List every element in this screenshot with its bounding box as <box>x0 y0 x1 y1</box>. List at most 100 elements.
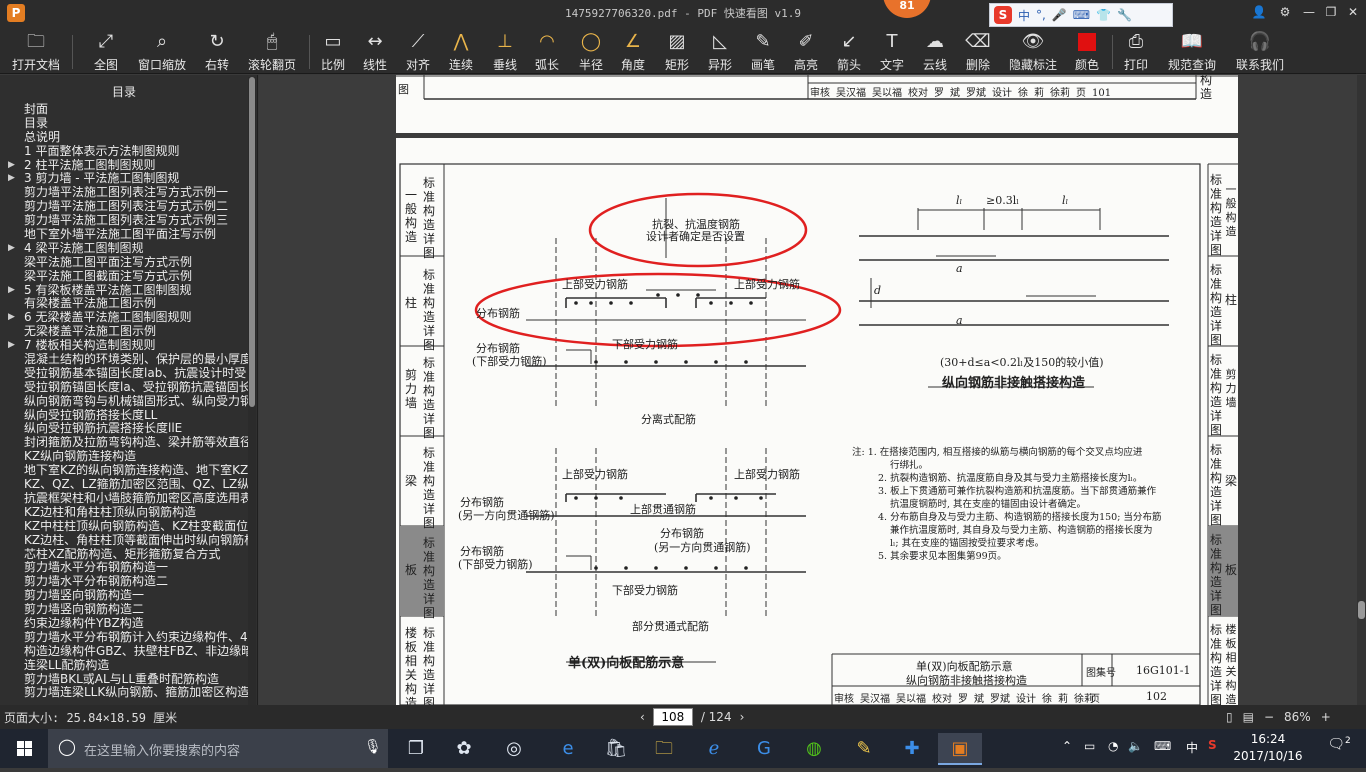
ime-language[interactable]: 中 <box>1018 7 1030 24</box>
text-button[interactable]: T 文字 <box>877 30 907 72</box>
wheel-page-button[interactable]: 🖱 滚轮翻页 <box>244 30 300 72</box>
microphone-icon[interactable]: 🎙 <box>364 739 382 755</box>
angle-button[interactable]: ∠ 角度 <box>618 30 648 72</box>
document-scrollbar[interactable] <box>1357 75 1366 705</box>
gear-icon[interactable]: ⚙ <box>1276 5 1294 21</box>
skin-icon[interactable]: 👕 <box>1096 8 1111 22</box>
prev-page-icon[interactable]: ‹ <box>640 710 645 724</box>
toc-item[interactable]: 纵向钢筋弯钩与机械锚固形式、纵向受力钢 <box>0 395 248 409</box>
align-measure-button[interactable]: ⟋ 对齐 <box>403 30 433 72</box>
task-view-icon[interactable]: ❐ <box>394 733 438 765</box>
file-explorer-icon[interactable]: 🗀 <box>642 733 686 765</box>
toc-item[interactable]: 剪力墙竖向钢筋构造二 <box>0 603 248 617</box>
toc-item[interactable]: 剪力墙平法施工图列表注写方式示例一 <box>0 186 248 200</box>
single-page-icon[interactable]: ▯ <box>1226 710 1233 724</box>
continuous-page-icon[interactable]: ▤ <box>1243 710 1254 724</box>
zoom-out-button[interactable]: − <box>1264 710 1274 724</box>
toc-item[interactable]: 受拉钢筋锚固长度la、受拉钢筋抗震锚固长 <box>0 381 248 395</box>
toc-item[interactable]: 芯柱XZ配筋构造、矩形箍筋复合方式 <box>0 548 248 562</box>
print-button[interactable]: ⎙ 打印 <box>1121 30 1151 72</box>
sidebar-scroll-thumb[interactable] <box>249 77 255 407</box>
360-browser-icon[interactable]: ◍ <box>792 733 836 765</box>
toc-item[interactable]: 连梁LL配筋构造 <box>0 659 248 673</box>
punctuation-icon[interactable]: °, <box>1036 8 1046 22</box>
toc-item[interactable]: 混凝土结构的环境类别、保护层的最小厚度 <box>0 353 248 367</box>
fit-page-button[interactable]: ⤢ 全图 <box>88 30 124 72</box>
keyboard-icon[interactable]: ⌨ <box>1073 8 1090 22</box>
toc-item[interactable]: KZ中柱柱顶纵向钢筋构造、KZ柱变截面位置 <box>0 520 248 534</box>
toc-item[interactable]: 剪力墙BKL或AL与LL重叠时配筋构造 <box>0 673 248 687</box>
pen-button[interactable]: ✎ 画笔 <box>748 30 778 72</box>
maximize-icon[interactable]: ❐ <box>1322 5 1340 21</box>
edge-icon[interactable]: e <box>546 733 590 765</box>
contact-us-button[interactable]: 🎧 联系我们 <box>1232 30 1288 72</box>
close-icon[interactable]: ✕ <box>1344 5 1362 21</box>
open-document-button[interactable]: 🗀 打开文档 <box>8 30 64 72</box>
toc-item[interactable]: 纵向受拉钢筋抗震搭接长度llE <box>0 422 248 436</box>
toc-item[interactable]: 剪力墙水平分布钢筋构造一 <box>0 561 248 575</box>
toc-item[interactable]: 剪力墙水平分布钢筋计入约束边缘构件、4 <box>0 631 248 645</box>
toc-item[interactable]: 受拉钢筋基本锚固长度lab、抗震设计时受 <box>0 367 248 381</box>
toc-item[interactable]: KZ纵向钢筋连接构造 <box>0 450 248 464</box>
browser-swirl-icon[interactable]: ◎ <box>492 733 536 765</box>
internet-explorer-icon[interactable]: ℯ <box>692 733 736 765</box>
toc-item[interactable]: 地下室KZ的纵向钢筋连接构造、地下室KZ的 <box>0 464 248 478</box>
toc-item[interactable]: KZ边柱和角柱柱顶纵向钢筋构造 <box>0 506 248 520</box>
expand-arrow-icon[interactable]: ▶ <box>8 159 15 173</box>
color-button[interactable]: 颜色 <box>1072 30 1102 72</box>
store-icon[interactable]: 🛍 <box>594 733 638 765</box>
radius-button[interactable]: ◯ 半径 <box>576 30 606 72</box>
toc-item[interactable]: 纵向受拉钢筋搭接长度LL <box>0 409 248 423</box>
next-page-icon[interactable]: › <box>740 710 745 724</box>
toc-item[interactable]: 抗震框架柱和小墙肢箍筋加密区高度选用表 <box>0 492 248 506</box>
linear-measure-button[interactable]: ↔ 线性 <box>360 30 390 72</box>
minimize-icon[interactable]: — <box>1300 5 1318 21</box>
user-icon[interactable]: 👤 <box>1250 5 1268 21</box>
microphone-icon[interactable]: 🎤 <box>1052 8 1067 22</box>
pinwheel-app-icon[interactable]: ✿ <box>442 733 486 765</box>
notes-app-icon[interactable]: ✎ <box>842 733 886 765</box>
toc-item[interactable]: 剪力墙连梁LLK纵向钢筋、箍筋加密区构造 <box>0 686 248 700</box>
toc-item[interactable]: 地下室外墙平法施工图平面注写示例 <box>0 228 248 242</box>
toc-item[interactable]: ▶ 7 楼板相关构造制图规则 <box>0 339 248 353</box>
toc-item[interactable]: 约束边缘构件YBZ构造 <box>0 617 248 631</box>
toc-item[interactable]: 剪力墙平法施工图列表注写方式示例三 <box>0 214 248 228</box>
toc-item[interactable]: 1 平面整体表示方法制图规则 <box>0 145 248 159</box>
battery-icon[interactable]: ▭ <box>1084 739 1095 753</box>
tray-expand-icon[interactable]: ⌃ <box>1062 739 1072 753</box>
toc-item[interactable]: KZ、QZ、LZ箍筋加密区范围、QZ、LZ纵向钢 <box>0 478 248 492</box>
expand-arrow-icon[interactable]: ▶ <box>8 242 15 256</box>
sidebar-scrollbar[interactable] <box>248 77 256 705</box>
toc-item[interactable]: 剪力墙平法施工图列表注写方式示例二 <box>0 200 248 214</box>
toc-item[interactable]: 梁平法施工图平面注写方式示例 <box>0 256 248 270</box>
move-app-icon[interactable]: ✚ <box>890 733 934 765</box>
toc-item[interactable]: 剪力墙竖向钢筋构造一 <box>0 589 248 603</box>
document-view[interactable]: 图 审核 吴汉福 吴以福 校对罗斌罗斌 设计徐莉徐莉页 101 构造 一般构造 … <box>259 75 1357 705</box>
sogou-tray-icon[interactable]: S <box>1208 738 1217 752</box>
window-zoom-button[interactable]: ⌕ 窗口缩放 <box>134 30 190 72</box>
wrench-icon[interactable]: 🔧 <box>1117 8 1132 22</box>
volume-icon[interactable]: 🔈 <box>1128 739 1143 753</box>
sogou-browser-icon[interactable]: G <box>742 733 786 765</box>
cloud-line-button[interactable]: ☁ 云线 <box>920 30 950 72</box>
toc-item[interactable]: 构造边缘构件GBZ、扶壁柱FBZ、非边缘暗柱 <box>0 645 248 659</box>
expand-arrow-icon[interactable]: ▶ <box>8 311 15 325</box>
wifi-icon[interactable]: ◔ <box>1108 739 1118 753</box>
page-number-input[interactable]: 108 <box>652 708 693 726</box>
action-center-icon[interactable]: 🗨2 <box>1325 736 1353 760</box>
rectangle-button[interactable]: ▨ 矩形 <box>662 30 692 72</box>
toc-item[interactable]: KZ边柱、角柱柱顶等截面伸出时纵向钢筋构 <box>0 534 248 548</box>
delete-button[interactable]: ⌫ 删除 <box>963 30 993 72</box>
zoom-in-button[interactable]: + <box>1321 710 1331 724</box>
toc-item[interactable]: ▶ 5 有梁板楼盖平法施工图制图规 <box>0 284 248 298</box>
toc-item[interactable]: ▶ 6 无梁楼盖平法施工图制图规则 <box>0 311 248 325</box>
sogou-logo-icon[interactable]: S <box>994 6 1012 24</box>
toc-item[interactable]: 无梁楼盖平法施工图示例 <box>0 325 248 339</box>
highlight-button[interactable]: ✐ 高亮 <box>791 30 821 72</box>
toc-item[interactable]: 有梁楼盖平法施工图示例 <box>0 297 248 311</box>
expand-arrow-icon[interactable]: ▶ <box>8 339 15 353</box>
toc-item[interactable]: ▶ 2 柱平法施工图制图规则 <box>0 159 248 173</box>
toc-item[interactable]: 目录 <box>0 117 248 131</box>
hide-annotations-button[interactable]: 👁 隐藏标注 <box>1006 30 1060 72</box>
taskbar-search-box[interactable]: ◯ 在这里输入你要搜索的内容 🎙 <box>48 729 388 768</box>
